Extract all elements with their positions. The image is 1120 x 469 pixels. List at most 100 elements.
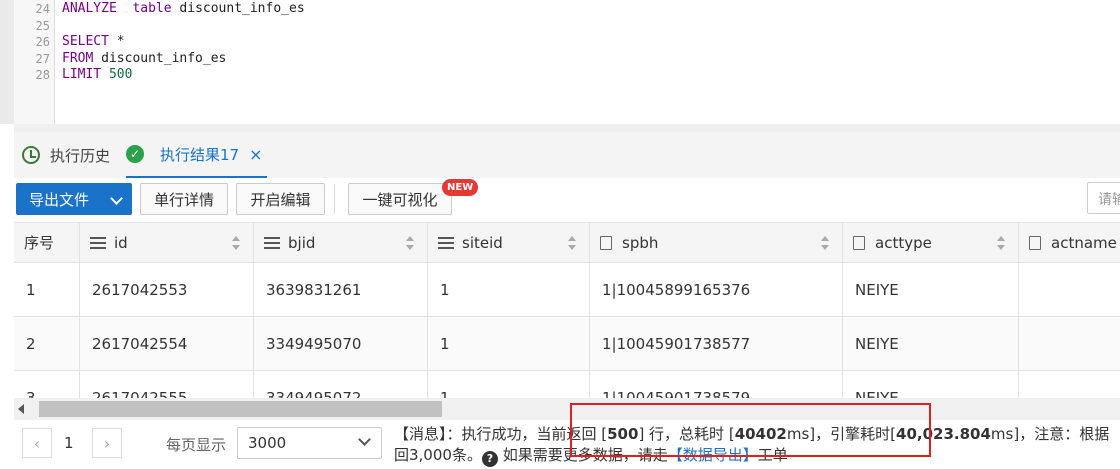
chevron-right-icon: › <box>103 433 111 453</box>
line-number: 27 <box>35 51 50 66</box>
tab-result[interactable]: ✓ 执行结果17 × <box>126 132 267 178</box>
table-cell[interactable] <box>1019 317 1120 370</box>
toolbar-divider <box>334 184 335 214</box>
sql-text: discount_info_es <box>93 50 227 66</box>
table-cell[interactable]: NEIYE <box>843 317 1019 370</box>
table-cell[interactable]: 1 <box>428 317 590 370</box>
total-time: 40402 <box>734 425 787 443</box>
table-cell[interactable]: 2617042553 <box>80 263 254 316</box>
table-cell[interactable]: 2617042555 <box>80 371 254 398</box>
table-cell[interactable]: 1|10045901738579 <box>590 371 843 398</box>
column-header-siteid[interactable]: siteid <box>428 223 590 262</box>
column-header-label: acttype <box>875 233 932 252</box>
sql-keyword: table <box>116 1 172 16</box>
result-footer: ‹ 1 › 每页显示 3000 【消息】：执行成功，当前返回 [500] 行，总… <box>14 420 1120 469</box>
sql-text: discount_info_es <box>171 1 305 16</box>
current-page: 1 <box>64 434 74 452</box>
table-cell[interactable] <box>1019 371 1120 398</box>
pane-splitter[interactable] <box>14 124 1120 132</box>
sort-icon[interactable] <box>996 236 1006 250</box>
column-header-label: spbh <box>622 233 659 252</box>
search-input[interactable]: 请输 <box>1087 182 1120 214</box>
table-cell[interactable]: 1|10045901738577 <box>590 317 843 370</box>
per-page-label: 每页显示 <box>166 436 227 454</box>
visualize-button[interactable]: 一键可视化 <box>348 183 452 215</box>
prev-page-button[interactable]: ‹ <box>22 428 52 458</box>
per-page-select[interactable]: 3000 <box>237 427 382 459</box>
document-icon <box>853 235 865 250</box>
table-cell[interactable]: 1 <box>428 371 590 398</box>
sql-keyword: ANALYZE <box>62 1 117 16</box>
engine-time: 40,023.804 <box>896 425 991 443</box>
column-header-index: 序号 <box>14 223 80 262</box>
close-icon[interactable]: × <box>249 145 262 164</box>
scroll-left-icon[interactable] <box>18 404 24 414</box>
msg-text: ms]，引擎耗时[ <box>786 425 897 443</box>
msg-text: 如果需要更多数据，请走 <box>497 446 668 464</box>
sort-icon[interactable] <box>231 236 241 250</box>
table-cell[interactable]: NEIYE <box>843 371 1019 398</box>
sql-keyword: LIMIT <box>62 67 102 82</box>
column-header-id[interactable]: id <box>80 223 254 262</box>
column-header-label: bjid <box>288 233 316 252</box>
table-row[interactable]: 1 2617042553 3639831261 1 1|100458991653… <box>14 263 1120 317</box>
tab-result-label: 执行结果17 <box>160 145 240 164</box>
msg-text: ] 行，总耗时 [ <box>638 425 735 443</box>
msg-text: ms]，注意：根据 <box>990 425 1110 443</box>
data-export-link[interactable]: 【数据导出】 <box>668 446 758 464</box>
sql-editor[interactable]: 24 25 26 27 28 ANALYZE table discount_in… <box>0 0 1120 124</box>
result-table: 序号 id bjid siteid spbh acttype actname 1… <box>14 222 1120 398</box>
line-number: 26 <box>35 35 50 49</box>
table-cell[interactable]: 1|10045899165376 <box>590 263 843 316</box>
line-number: 24 <box>35 2 50 16</box>
table-cell[interactable]: 3349495070 <box>254 317 428 370</box>
scrollbar-thumb[interactable] <box>39 401 442 417</box>
row-detail-button[interactable]: 单行详情 <box>140 183 228 215</box>
list-icon <box>90 236 106 249</box>
export-file-button[interactable]: 导出文件 <box>16 183 132 215</box>
column-header-bjid[interactable]: bjid <box>254 223 428 262</box>
table-cell[interactable]: 3639831261 <box>254 263 428 316</box>
tab-history-label: 执行历史 <box>50 146 111 165</box>
horizontal-scrollbar[interactable] <box>14 398 1120 420</box>
table-cell[interactable] <box>1019 263 1120 316</box>
column-header-actname[interactable]: actname <box>1019 223 1120 262</box>
table-cell[interactable]: 2617042554 <box>80 317 254 370</box>
table-row[interactable]: 2 2617042554 3349495070 1 1|100459017385… <box>14 317 1120 371</box>
sql-text: * <box>108 34 125 49</box>
table-cell[interactable]: 1 <box>428 263 590 316</box>
tab-history[interactable]: 执行历史 <box>22 132 110 178</box>
table-cell[interactable]: 1 <box>14 263 80 316</box>
sort-icon[interactable] <box>405 236 415 250</box>
editor-side-strip <box>0 0 14 124</box>
table-cell[interactable]: 3 <box>14 371 80 398</box>
table-cell[interactable]: NEIYE <box>843 263 1019 316</box>
chevron-down-icon <box>110 192 123 205</box>
chevron-left-icon: ‹ <box>33 433 41 453</box>
list-icon <box>264 236 280 249</box>
enable-edit-button[interactable]: 开启编辑 <box>236 183 325 215</box>
help-icon[interactable]: ? <box>481 451 498 467</box>
rows-returned: 500 <box>607 425 639 443</box>
column-header-spbh[interactable]: spbh <box>590 223 843 262</box>
column-header-acttype[interactable]: acttype <box>843 223 1019 262</box>
sort-icon[interactable] <box>567 236 577 250</box>
code-line: SELECT * <box>62 34 125 51</box>
table-row[interactable]: 3 2617042555 3349495072 1 1|100459017385… <box>14 371 1120 398</box>
sort-icon[interactable] <box>820 236 830 250</box>
history-icon <box>22 146 40 164</box>
table-cell[interactable]: 2 <box>14 317 80 370</box>
table-cell[interactable]: 3349495072 <box>254 371 428 398</box>
code-line: ANALYZE table discount_info_es <box>62 1 305 18</box>
line-number: 28 <box>35 68 50 82</box>
code-line: LIMIT 500 <box>62 67 132 84</box>
sql-number: 500 <box>101 67 133 82</box>
line-number: 25 <box>35 18 50 33</box>
document-icon <box>600 235 612 250</box>
code-line: FROM discount_info_es <box>62 51 226 68</box>
column-header-label: id <box>114 233 128 252</box>
result-tabs: 执行历史 ✓ 执行结果17 × <box>14 132 1120 178</box>
sql-keyword: SELECT <box>62 34 109 49</box>
next-page-button[interactable]: › <box>92 428 122 458</box>
column-header-label: 序号 <box>24 234 55 252</box>
